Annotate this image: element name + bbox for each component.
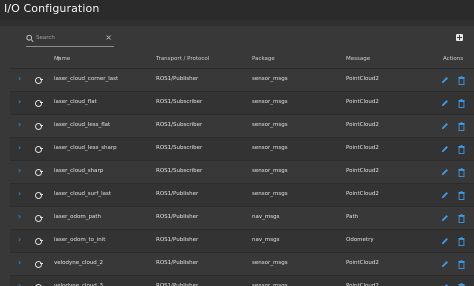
sort-arrow-icon[interactable]: ↑ xyxy=(56,56,61,63)
row-package: sensor_msgs xyxy=(252,145,288,151)
row-package: sensor_msgs xyxy=(252,122,288,128)
connector-icon xyxy=(35,77,43,84)
row-package: sensor_msgs xyxy=(252,191,288,197)
row-package: nav_msgs xyxy=(252,237,280,243)
row-message: PointCloud2 xyxy=(346,145,379,151)
row-transport: ROS1/Publisher xyxy=(156,76,199,82)
connector-icon xyxy=(35,238,43,245)
row-transport: ROS1/Subscriber xyxy=(156,122,203,128)
chevron-right-icon[interactable]: › xyxy=(18,235,21,245)
column-package: Package xyxy=(252,56,275,62)
edit-icon[interactable] xyxy=(441,76,449,84)
table-row[interactable]: › velodyne_cloud_2 ROS1/Publisher sensor_ms… xyxy=(10,252,474,275)
table-row[interactable]: › laser_cloud_corner_last ROS1/Publisher se… xyxy=(10,68,474,91)
delete-icon[interactable] xyxy=(458,191,465,200)
delete-icon[interactable] xyxy=(458,214,465,223)
row-message: PointCloud2 xyxy=(346,122,379,128)
edit-icon[interactable] xyxy=(441,145,449,153)
chevron-right-icon[interactable]: › xyxy=(18,166,21,176)
row-name: laser_cloud_surf_last xyxy=(54,191,112,197)
connector-icon xyxy=(35,169,43,176)
connector-icon xyxy=(35,100,43,107)
edit-icon[interactable] xyxy=(441,260,449,268)
edit-icon[interactable] xyxy=(441,237,449,245)
row-package: sensor_msgs xyxy=(252,76,288,82)
column-message: Message xyxy=(346,56,371,62)
chevron-right-icon[interactable]: › xyxy=(18,281,21,286)
row-transport: ROS1/Subscriber xyxy=(156,168,203,174)
edit-icon[interactable] xyxy=(441,191,449,199)
table-row[interactable]: › laser_cloud_surf_last ROS1/Publisher sens… xyxy=(10,183,474,206)
connector-icon xyxy=(35,146,43,153)
row-name: laser_cloud_less_flat xyxy=(54,122,111,128)
delete-icon[interactable] xyxy=(458,168,465,177)
row-transport: ROS1/Subscriber xyxy=(156,99,203,105)
row-name: velodyne_cloud_2 xyxy=(54,260,104,266)
chevron-right-icon[interactable]: › xyxy=(18,212,21,222)
column-actions: Actions xyxy=(443,56,464,62)
row-package: sensor_msgs xyxy=(252,99,288,105)
connector-icon xyxy=(35,192,43,199)
row-package: nav_msgs xyxy=(252,214,280,220)
table-row[interactable]: › laser_odom_path ROS1/Publisher nav_msgs Pa… xyxy=(10,206,474,229)
chevron-right-icon[interactable]: › xyxy=(18,120,21,130)
table-row[interactable]: › laser_cloud_flat ROS1/Subscriber sensor_m… xyxy=(10,91,474,114)
delete-icon[interactable] xyxy=(458,237,465,246)
title-bar: I/O Configuration xyxy=(0,0,474,20)
connector-icon xyxy=(35,261,43,268)
search-field[interactable]: Search × xyxy=(26,33,114,47)
chevron-right-icon[interactable]: › xyxy=(18,258,21,268)
row-message: Path xyxy=(346,214,359,220)
connector-icon xyxy=(35,215,43,222)
delete-icon[interactable] xyxy=(458,260,465,269)
search-input[interactable]: Search xyxy=(36,35,55,41)
add-icon[interactable] xyxy=(456,34,463,41)
delete-icon[interactable] xyxy=(458,145,465,154)
row-transport: ROS1/Publisher xyxy=(156,214,199,220)
table-row[interactable]: › laser_cloud_sharp ROS1/Subscriber sensor_… xyxy=(10,160,474,183)
row-name: laser_cloud_less_sharp xyxy=(54,145,117,151)
row-name: laser_odom_to_init xyxy=(54,237,106,243)
table-header: Name ↑ Transport / Protocol Package Messa… xyxy=(54,56,464,63)
row-name: laser_odom_path xyxy=(54,214,101,220)
edit-icon[interactable] xyxy=(441,214,449,222)
table-row[interactable]: › laser_cloud_less_sharp ROS1/Subscriber se… xyxy=(10,137,474,160)
row-transport: ROS1/Publisher xyxy=(156,237,199,243)
chevron-right-icon[interactable]: › xyxy=(18,74,21,84)
row-transport: ROS1/Subscriber xyxy=(156,145,203,151)
row-message: PointCloud2 xyxy=(346,76,379,82)
table-body: › laser_cloud_corner_last ROS1/Publisher se… xyxy=(10,68,474,286)
row-name: laser_cloud_flat xyxy=(54,99,97,105)
row-transport: ROS1/Publisher xyxy=(156,191,199,197)
row-message: PointCloud2 xyxy=(346,191,379,197)
chevron-right-icon[interactable]: › xyxy=(18,189,21,199)
connector-icon xyxy=(35,123,43,130)
search-icon xyxy=(26,34,34,43)
table-row[interactable]: › laser_cloud_less_flat ROS1/Subscriber sen… xyxy=(10,114,474,137)
table-row[interactable]: › laser_odom_to_init ROS1/Publisher nav_msg… xyxy=(10,229,474,252)
chevron-right-icon[interactable]: › xyxy=(18,97,21,107)
clear-icon[interactable]: × xyxy=(105,33,112,43)
delete-icon[interactable] xyxy=(458,122,465,131)
row-package: sensor_msgs xyxy=(252,260,288,266)
edit-icon[interactable] xyxy=(441,122,449,130)
page-title: I/O Configuration xyxy=(4,2,100,15)
row-name: laser_cloud_corner_last xyxy=(54,76,119,82)
row-transport: ROS1/Publisher xyxy=(156,260,199,266)
row-message: PointCloud2 xyxy=(346,99,379,105)
edit-icon[interactable] xyxy=(441,168,449,176)
row-message: Odometry xyxy=(346,237,374,243)
chevron-right-icon[interactable]: › xyxy=(18,143,21,153)
table-row[interactable]: › velodyne_cloud_3 ROS1/Publisher sensor_ms… xyxy=(10,275,474,286)
row-name: laser_cloud_sharp xyxy=(54,168,104,174)
io-config-table: Search × Name ↑ Transport / Protocol Pack… xyxy=(0,26,474,286)
row-package: sensor_msgs xyxy=(252,168,288,174)
row-message: PointCloud2 xyxy=(346,168,379,174)
edit-icon[interactable] xyxy=(441,99,449,107)
delete-icon[interactable] xyxy=(458,76,465,85)
column-transport: Transport / Protocol xyxy=(156,56,210,62)
delete-icon[interactable] xyxy=(458,99,465,108)
row-message: PointCloud2 xyxy=(346,260,379,266)
